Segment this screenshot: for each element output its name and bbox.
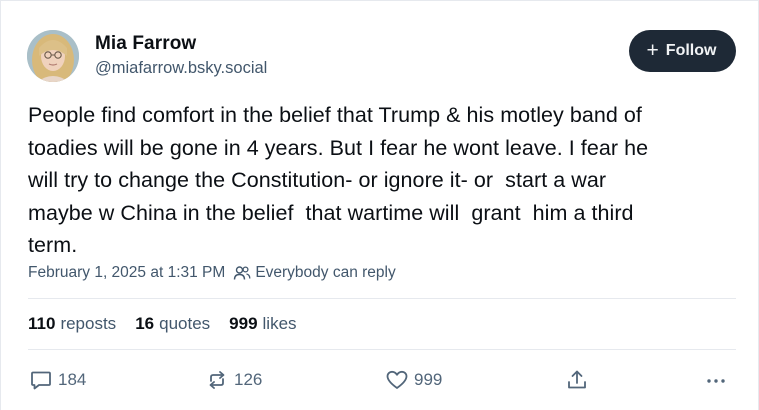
- like-button[interactable]: 999: [385, 365, 442, 395]
- reply-count: 184: [58, 370, 87, 389]
- reposts-stat[interactable]: 110 reposts: [28, 313, 116, 335]
- author-info: Mia Farrow @miafarrow.bsky.social: [95, 33, 267, 79]
- reposts-label: reposts: [60, 314, 117, 333]
- author-display-name[interactable]: Mia Farrow: [95, 33, 267, 55]
- quotes-stat[interactable]: 16 quotes: [135, 313, 210, 335]
- repost-button[interactable]: 126: [205, 365, 262, 395]
- post-text: People find comfort in the belief that T…: [28, 103, 649, 257]
- like-count: 999: [414, 370, 443, 389]
- speech-bubble-icon: [31, 371, 51, 390]
- divider: [28, 349, 736, 350]
- divider: [28, 298, 736, 299]
- ellipsis-icon: [707, 379, 725, 383]
- likes-label: likes: [262, 314, 297, 333]
- repost-arrows-icon: [209, 371, 225, 389]
- avatar[interactable]: [27, 30, 79, 82]
- reply-setting-label: Everybody can reply: [255, 264, 396, 281]
- action-bar: 184 126 999: [28, 365, 736, 395]
- repost-count: 126: [234, 370, 263, 389]
- post-timestamp[interactable]: February 1, 2025 at 1:31 PM: [28, 263, 225, 283]
- likes-count: 999: [229, 314, 258, 333]
- engagement-stats: 110 reposts 16 quotes 999 likes: [28, 313, 297, 335]
- reply-button[interactable]: 184: [29, 365, 86, 395]
- follow-button-label: Follow: [665, 42, 717, 59]
- post-card: Mia Farrow @miafarrow.bsky.social + Foll…: [0, 0, 759, 410]
- quotes-count: 16: [135, 314, 155, 333]
- share-icon: [568, 370, 586, 389]
- follow-button[interactable]: + Follow: [629, 30, 736, 72]
- post-meta: February 1, 2025 at 1:31 PM Everybody ca…: [28, 263, 396, 283]
- share-button[interactable]: [565, 365, 589, 395]
- people-icon: [234, 266, 251, 280]
- post-header: Mia Farrow @miafarrow.bsky.social + Foll…: [27, 28, 736, 86]
- likes-stat[interactable]: 999 likes: [229, 313, 296, 335]
- reposts-count: 110: [28, 314, 56, 333]
- heart-icon: [386, 370, 408, 389]
- reply-setting[interactable]: Everybody can reply: [233, 263, 396, 283]
- avatar-image: [27, 30, 79, 82]
- quotes-label: quotes: [159, 314, 211, 333]
- author-handle[interactable]: @miafarrow.bsky.social: [95, 57, 267, 79]
- plus-icon: +: [646, 38, 659, 62]
- more-options-button[interactable]: [704, 365, 728, 395]
